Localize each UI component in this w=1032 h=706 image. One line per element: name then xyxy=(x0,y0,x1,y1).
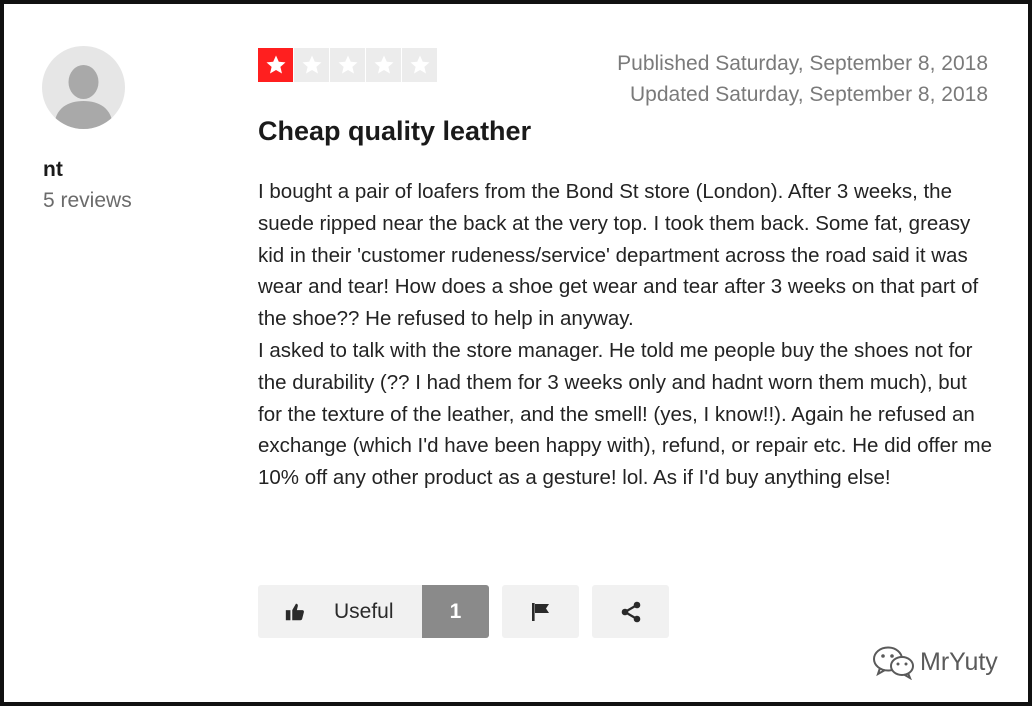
wechat-icon xyxy=(873,646,914,680)
share-button[interactable] xyxy=(592,585,669,638)
updated-date: Updated Saturday, September 8, 2018 xyxy=(629,83,988,106)
star-5 xyxy=(402,48,437,82)
review-title[interactable]: Cheap quality leather xyxy=(258,116,531,147)
review-paragraph: I bought a pair of loafers from the Bond… xyxy=(258,180,979,331)
published-date: Published Saturday, September 8, 2018 xyxy=(617,52,988,75)
flag-button[interactable] xyxy=(502,585,579,638)
useful-count: 1 xyxy=(422,585,489,638)
star-4 xyxy=(366,48,401,82)
share-icon xyxy=(621,601,640,622)
review-body: I bought a pair of loafers from the Bond… xyxy=(258,176,993,494)
star-2 xyxy=(294,48,329,82)
flag-icon xyxy=(531,602,549,621)
reviewer-review-count: 5 reviews xyxy=(43,189,132,212)
review-paragraph: I asked to talk with the store manager. … xyxy=(258,338,992,490)
star-rating xyxy=(258,48,437,82)
review-dates: Published Saturday, September 8, 2018 Up… xyxy=(617,48,988,110)
useful-label: Useful xyxy=(334,599,394,623)
avatar[interactable] xyxy=(42,46,125,129)
star-3 xyxy=(330,48,365,82)
star-1 xyxy=(258,48,293,82)
review-card: nt 5 reviews Published Saturday, Septemb… xyxy=(0,0,1032,706)
useful-main[interactable]: Useful xyxy=(258,585,422,638)
user-silhouette-icon xyxy=(54,65,113,129)
watermark: MrYuty xyxy=(872,644,998,680)
useful-button[interactable]: Useful 1 xyxy=(258,585,489,638)
review-actions: Useful 1 xyxy=(258,585,669,638)
reviewer-name[interactable]: nt xyxy=(43,158,63,182)
thumbs-up-icon xyxy=(285,603,304,620)
watermark-text: MrYuty xyxy=(920,647,998,676)
